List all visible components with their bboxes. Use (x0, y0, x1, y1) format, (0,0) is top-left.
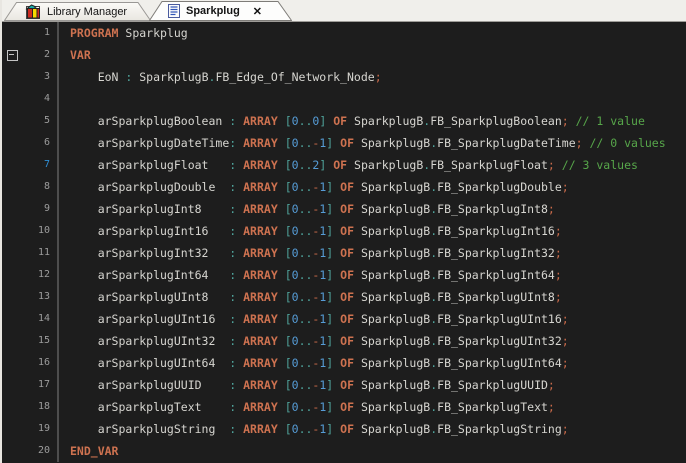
code-text: arSparkplugUInt8 : ARRAY [0..-1] OF Spar… (57, 286, 686, 308)
code-line[interactable]: 18 arSparkplugText : ARRAY [0..-1] OF Sp… (2, 396, 686, 418)
code-line[interactable]: 5 arSparkplugBoolean : ARRAY [0..0] OF S… (2, 110, 686, 132)
document-icon (168, 4, 180, 18)
line-number: 6 (2, 132, 57, 154)
code-text: PROGRAM Sparkplug (57, 22, 686, 44)
code-text: arSparkplugText : ARRAY [0..-1] OF Spark… (57, 396, 686, 418)
code-line[interactable]: 13 arSparkplugUInt8 : ARRAY [0..-1] OF S… (2, 286, 686, 308)
fold-collapse-icon[interactable] (7, 50, 18, 61)
code-line[interactable]: 19 arSparkplugString : ARRAY [0..-1] OF … (2, 418, 686, 440)
code-line[interactable]: 20END_VAR (2, 440, 686, 462)
code-line[interactable]: 15 arSparkplugUInt32 : ARRAY [0..-1] OF … (2, 330, 686, 352)
line-number: 16 (2, 352, 57, 374)
code-line[interactable]: 11 arSparkplugInt32 : ARRAY [0..-1] OF S… (2, 242, 686, 264)
ide-window: Library Manager Sparkplug ✕ 1PROGR (0, 0, 686, 463)
line-number: 11 (2, 242, 57, 264)
tab-label: Sparkplug (186, 5, 240, 17)
code-line[interactable]: 8 arSparkplugDouble : ARRAY [0..-1] OF S… (2, 176, 686, 198)
code-text: arSparkplugInt16 : ARRAY [0..-1] OF Spar… (57, 220, 686, 242)
code-line[interactable]: 12 arSparkplugInt64 : ARRAY [0..-1] OF S… (2, 264, 686, 286)
line-number: 15 (2, 330, 57, 352)
code-text: arSparkplugBoolean : ARRAY [0..0] OF Spa… (57, 110, 686, 132)
line-number: 17 (2, 374, 57, 396)
code-text: EoN : SparkplugB.FB_Edge_Of_Network_Node… (57, 66, 686, 88)
code-line[interactable]: 1PROGRAM Sparkplug (2, 22, 686, 44)
code-line[interactable]: 4 (2, 88, 686, 110)
library-books-icon (24, 4, 41, 19)
code-line[interactable]: 16 arSparkplugUInt64 : ARRAY [0..-1] OF … (2, 352, 686, 374)
code-line[interactable]: 7 arSparkplugFloat : ARRAY [0..2] OF Spa… (2, 154, 686, 176)
code-line[interactable]: 3 EoN : SparkplugB.FB_Edge_Of_Network_No… (2, 66, 686, 88)
line-number: 13 (2, 286, 57, 308)
code-text: arSparkplugInt32 : ARRAY [0..-1] OF Spar… (57, 242, 686, 264)
code-line[interactable]: 2VAR (2, 44, 686, 66)
code-text: arSparkplugInt64 : ARRAY [0..-1] OF Spar… (57, 264, 686, 286)
code-text (57, 88, 686, 110)
tab-library-manager[interactable]: Library Manager (4, 2, 151, 21)
tab-sparkplug[interactable]: Sparkplug ✕ (149, 1, 292, 21)
line-number: 14 (2, 308, 57, 330)
line-number: 8 (2, 176, 57, 198)
code-text: VAR (57, 44, 686, 66)
code-text: arSparkplugUInt32 : ARRAY [0..-1] OF Spa… (57, 330, 686, 352)
code-text: END_VAR (57, 440, 686, 462)
code-text: arSparkplugInt8 : ARRAY [0..-1] OF Spark… (57, 198, 686, 220)
line-number: 5 (2, 110, 57, 132)
line-number: 7 (2, 154, 57, 176)
code-text: arSparkplugString : ARRAY [0..-1] OF Spa… (57, 418, 686, 440)
line-number: 3 (2, 66, 57, 88)
line-number: 18 (2, 396, 57, 418)
code-text: arSparkplugUUID : ARRAY [0..-1] OF Spark… (57, 374, 686, 396)
line-number: 4 (2, 88, 57, 110)
code-text: arSparkplugFloat : ARRAY [0..2] OF Spark… (57, 154, 686, 176)
code-text: arSparkplugUInt64 : ARRAY [0..-1] OF Spa… (57, 352, 686, 374)
code-text: arSparkplugUInt16 : ARRAY [0..-1] OF Spa… (57, 308, 686, 330)
code-lines: 1PROGRAM Sparkplug2VAR3 EoN : SparkplugB… (2, 22, 686, 462)
code-line[interactable]: 6 arSparkplugDateTime: ARRAY [0..-1] OF … (2, 132, 686, 154)
code-editor[interactable]: 1PROGRAM Sparkplug2VAR3 EoN : SparkplugB… (2, 22, 686, 463)
line-number: 19 (2, 418, 57, 440)
line-number: 9 (2, 198, 57, 220)
line-number: 10 (2, 220, 57, 242)
code-line[interactable]: 17 arSparkplugUUID : ARRAY [0..-1] OF Sp… (2, 374, 686, 396)
tab-bar: Library Manager Sparkplug ✕ (2, 0, 686, 22)
code-line[interactable]: 14 arSparkplugUInt16 : ARRAY [0..-1] OF … (2, 308, 686, 330)
line-number: 1 (2, 22, 57, 44)
line-number: 12 (2, 264, 57, 286)
close-tab-icon[interactable]: ✕ (253, 5, 262, 18)
code-text: arSparkplugDateTime: ARRAY [0..-1] OF Sp… (57, 132, 686, 154)
line-number: 20 (2, 440, 57, 462)
tab-label: Library Manager (47, 6, 127, 18)
code-line[interactable]: 10 arSparkplugInt16 : ARRAY [0..-1] OF S… (2, 220, 686, 242)
code-line[interactable]: 9 arSparkplugInt8 : ARRAY [0..-1] OF Spa… (2, 198, 686, 220)
code-text: arSparkplugDouble : ARRAY [0..-1] OF Spa… (57, 176, 686, 198)
